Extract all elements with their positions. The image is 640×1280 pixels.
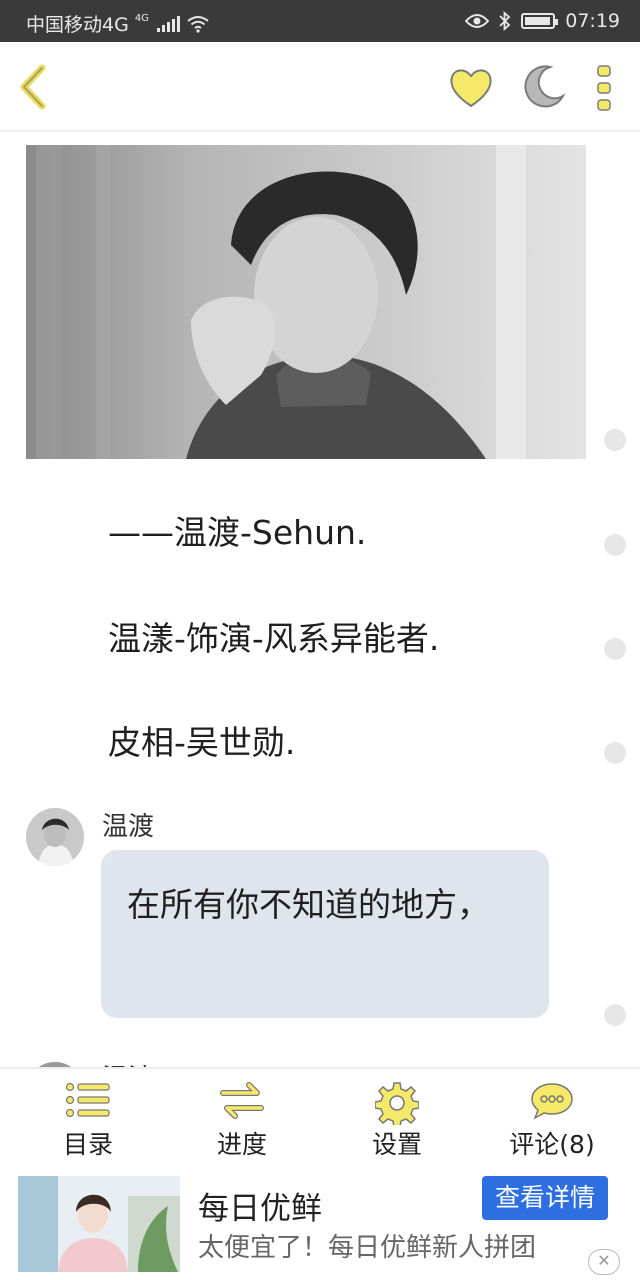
status-bar: 中国移动4G 4G 07:19 [0,0,640,42]
nav-label: 设置 [371,1130,422,1159]
nav-progress[interactable]: 进度 [162,1069,322,1169]
avatar[interactable] [26,808,84,866]
network-badge: 4G [134,13,149,24]
settings-icon [375,1082,419,1125]
back-icon[interactable] [14,62,54,112]
cover-photo [26,145,586,459]
status-right: 07:19 [465,10,620,32]
text-line: 温漾-饰演-风系异能者. [108,619,440,658]
bluetooth-icon [499,11,511,31]
nav-label: 进度 [216,1130,267,1159]
nav-label: 目录 [62,1130,113,1159]
text-line: ——温渡-Sehun. [108,513,367,552]
wifi-icon [187,15,209,33]
ad-details-button[interactable]: 查看详情 [482,1176,608,1220]
moon-icon[interactable] [520,64,566,110]
catalog-icon [65,1082,110,1118]
nav-settings[interactable]: 设置 [317,1069,477,1169]
comment-icon [531,1083,573,1120]
paragraph-comment-dot[interactable] [604,1004,626,1026]
progress-icon [220,1082,264,1119]
message-bubble[interactable]: 在所有你不知道的地方， [101,850,549,1018]
nav-comments[interactable]: 评论(8) [472,1069,632,1169]
text-line: 皮相-吴世勋. [108,723,296,762]
ad-banner[interactable]: 每日优鲜 太便宜了！每日优鲜新人拼团 查看详情 ✕ [0,1167,640,1280]
paragraph-comment-dot[interactable] [604,429,626,451]
clock: 07:19 [565,10,620,32]
paragraph-comment-dot[interactable] [604,534,626,556]
battery-icon [521,13,559,29]
reader-toolbar [0,42,640,132]
nav-catalog[interactable]: 目录 [8,1069,168,1169]
close-icon[interactable]: ✕ [588,1249,620,1275]
paragraph-comment-dot[interactable] [604,638,626,660]
speaker-name: 温渡 [102,812,155,842]
carrier-label: 中国移动4G [26,14,129,36]
eye-icon [465,14,490,28]
signal-icon [156,15,180,32]
more-icon[interactable] [594,64,614,112]
status-left: 中国移动4G 4G [26,10,210,37]
heart-icon[interactable] [448,66,494,110]
bottom-nav: 目录 进度 设置 评论(8) [0,1067,640,1167]
ad-thumbnail[interactable] [18,1176,180,1272]
paragraph-comment-dot[interactable] [604,742,626,764]
ad-title: 每日优鲜 [198,1191,322,1227]
ad-description: 太便宜了！每日优鲜新人拼团 [198,1233,537,1263]
nav-label: 评论(8) [509,1130,595,1159]
